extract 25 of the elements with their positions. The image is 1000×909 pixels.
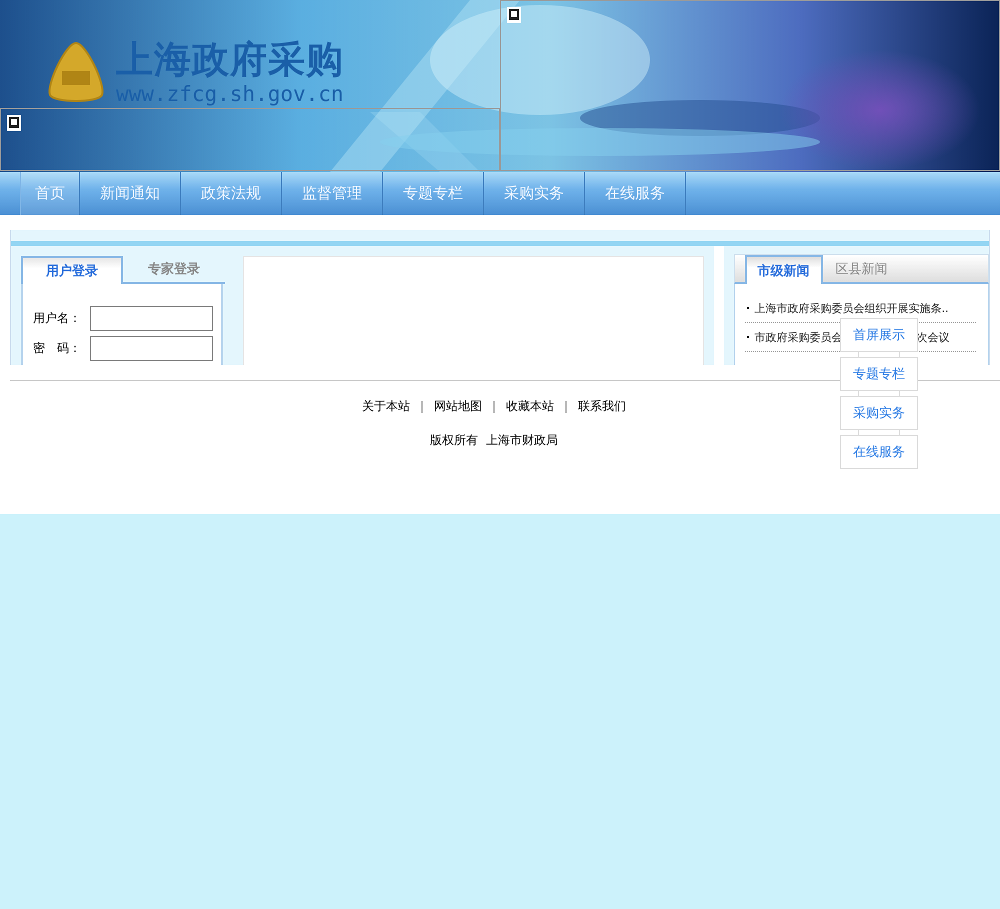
- nav-item[interactable]: 监督管理: [282, 172, 383, 215]
- plugin-icon: [7, 115, 21, 131]
- input-field[interactable]: [90, 336, 213, 361]
- footer-link[interactable]: 联系我们: [578, 398, 626, 415]
- nav-item[interactable]: 新闻通知: [80, 172, 181, 215]
- footer-link[interactable]: 关于本站: [362, 398, 410, 415]
- footer-link[interactable]: 网站地图: [434, 398, 482, 415]
- copyright-text: 版权所有 上海市财政局: [430, 432, 558, 449]
- float-menu-button[interactable]: 在线服务: [840, 435, 918, 469]
- field-label: 用户名：: [33, 310, 82, 327]
- input-field[interactable]: [90, 306, 213, 331]
- nav-item[interactable]: 政策法规: [181, 172, 282, 215]
- footer-link[interactable]: 收藏本站: [506, 398, 554, 415]
- nav-item[interactable]: 在线服务: [585, 172, 686, 215]
- news-item[interactable]: 上海市政府采购委员会组织开展实施条..: [754, 300, 949, 316]
- field-label: 密 码：: [33, 340, 82, 357]
- float-menu-button[interactable]: 专题专栏: [840, 357, 918, 391]
- news-tab[interactable]: 市级新闻: [744, 255, 823, 284]
- plugin-icon: [507, 7, 521, 23]
- nav-item[interactable]: 采购实务: [484, 172, 585, 215]
- float-menu-button[interactable]: 首屏展示: [840, 318, 918, 352]
- float-menu-button[interactable]: 采购实务: [840, 396, 918, 430]
- nav-item[interactable]: 专题专栏: [383, 172, 484, 215]
- login-tab[interactable]: 用户登录: [21, 256, 123, 284]
- news-tab[interactable]: 区县新闻: [822, 255, 901, 282]
